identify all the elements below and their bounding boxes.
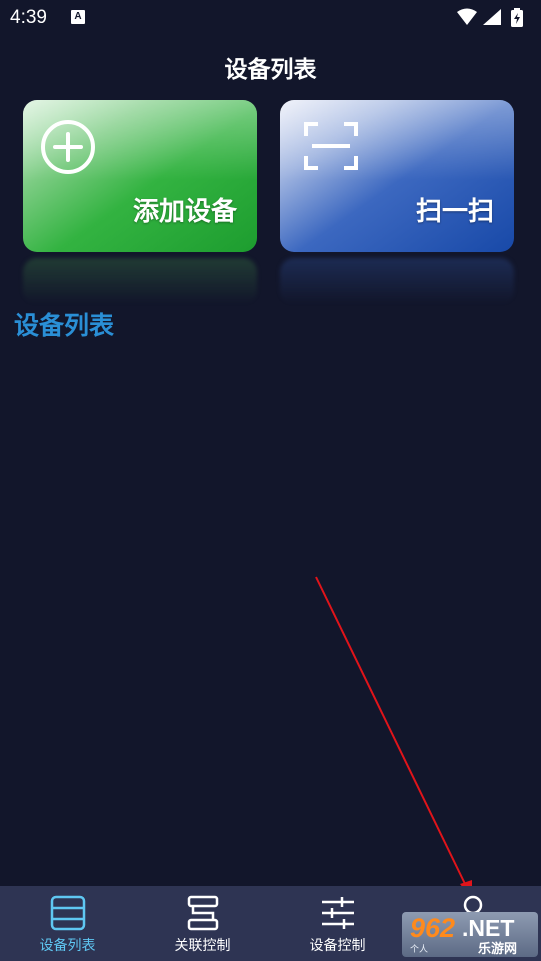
battery-icon — [511, 8, 523, 27]
watermark-logo: 962 .NET 乐游网 个人 — [402, 912, 538, 957]
sliders-icon — [321, 897, 354, 929]
tab-label: 设备控制 — [309, 938, 366, 954]
watermark-number: 962 — [410, 913, 456, 943]
scan-button[interactable]: 扫一扫 — [280, 100, 514, 252]
plus-circle-icon — [41, 120, 95, 174]
tab-label: 设备列表 — [39, 938, 96, 954]
status-bar: 4:39 A — [0, 0, 541, 36]
add-card-reflection — [23, 258, 257, 304]
status-time: 4:39 — [10, 7, 47, 28]
notification-icon: A — [71, 10, 85, 24]
scan-frame-icon — [304, 122, 358, 170]
page-title: 设备列表 — [224, 57, 317, 83]
scan-card-reflection — [280, 258, 514, 304]
add-device-button[interactable]: 添加设备 — [23, 100, 257, 252]
tab-device-control[interactable]: 设备控制 — [270, 886, 405, 961]
tab-label: 关联控制 — [174, 938, 231, 954]
status-icons — [455, 7, 531, 29]
section-title: 设备列表 — [14, 311, 115, 340]
tab-linked-control[interactable]: 关联控制 — [135, 886, 270, 961]
scan-label: 扫一扫 — [415, 197, 494, 227]
signal-icon — [483, 9, 501, 25]
tab-device-list[interactable]: 设备列表 — [0, 886, 135, 961]
wifi-icon — [457, 8, 477, 25]
linked-control-icon — [187, 895, 218, 931]
watermark-small-text: 个人 — [410, 945, 429, 955]
device-list-icon — [50, 895, 85, 931]
add-device-label: 添加设备 — [132, 197, 237, 227]
watermark-site-name: 乐游网 — [478, 942, 518, 957]
